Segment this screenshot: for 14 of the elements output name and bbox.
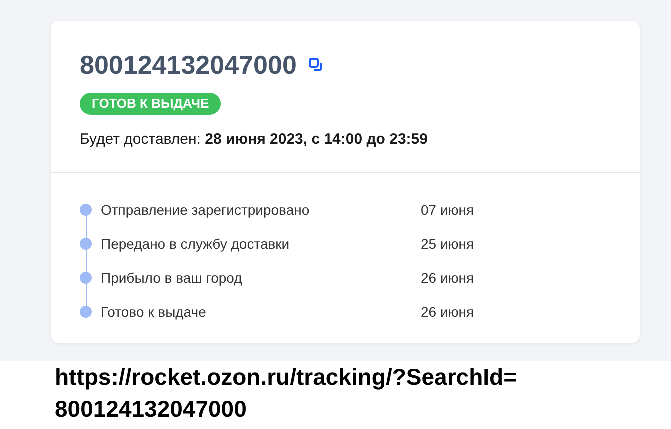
event-name: Отправление зарегистрировано <box>101 200 311 220</box>
event-name: Готово к выдаче <box>101 302 208 322</box>
event-date: 25 июня <box>421 234 474 254</box>
delivery-date: Будет доставлен: 28 июня 2023, с 14:00 до 23:59 <box>80 130 429 150</box>
event-date: 26 июня <box>421 268 474 288</box>
event-name: Передано в службу доставки <box>101 234 291 254</box>
copy-icon[interactable] <box>308 58 323 72</box>
event-date: 26 июня <box>421 302 474 322</box>
event-date: 07 июня <box>421 200 474 220</box>
url-caption: 800124132047000 <box>55 395 248 424</box>
event-name: Прибыло в ваш город <box>101 268 244 288</box>
status-badge: ГОТОВ К ВЫДАЧЕ <box>80 93 222 115</box>
url-caption: https://rocket.ozon.ru/tracking/?SearchId= <box>55 363 518 392</box>
tracking-number: 800124132047000 <box>80 49 297 81</box>
